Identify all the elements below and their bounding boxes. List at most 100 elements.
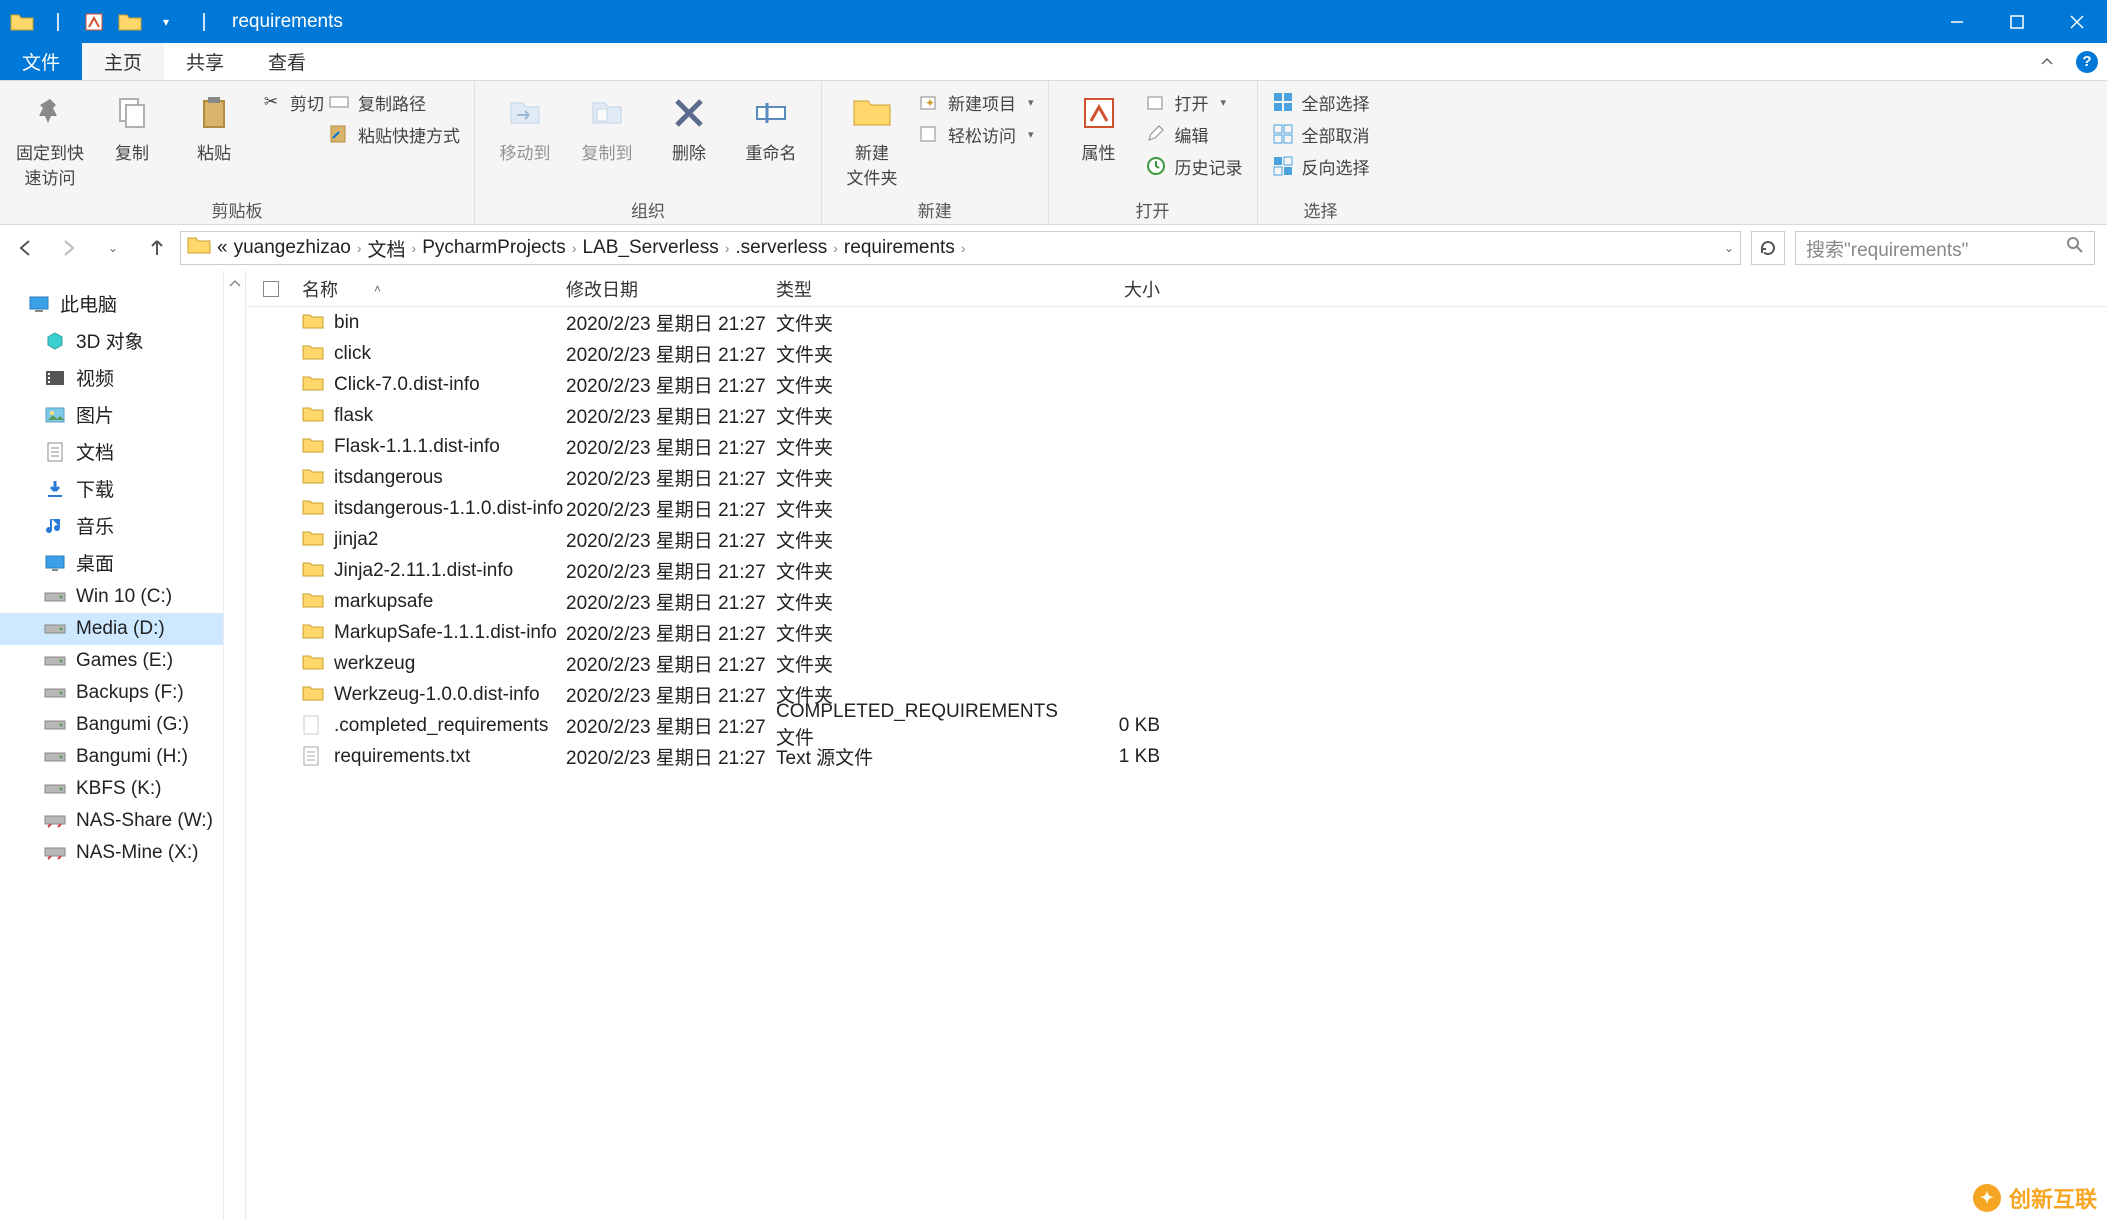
sidebar-item[interactable]: KBFS (K:)	[0, 773, 223, 805]
sidebar-item[interactable]: 文档	[0, 433, 223, 470]
new-folder-button[interactable]: 新建 文件夹	[836, 87, 908, 189]
up-button[interactable]	[144, 238, 170, 258]
breadcrumb-item[interactable]: LAB_Serverless	[582, 237, 718, 259]
sidebar-item[interactable]: 3D 对象	[0, 322, 223, 359]
table-row[interactable]: Jinja2-2.11.1.dist-info2020/2/23 星期日 21:…	[246, 555, 2107, 586]
breadcrumb-item[interactable]: yuangezhizao	[234, 237, 351, 259]
tab-view[interactable]: 查看	[246, 43, 328, 80]
forward-button[interactable]	[56, 238, 82, 258]
paste-shortcut-button[interactable]: 粘贴快捷方式	[328, 119, 460, 149]
sidebar-item[interactable]: 下载	[0, 470, 223, 507]
address-dropdown-button[interactable]: ⌄	[1724, 241, 1734, 255]
file-date: 2020/2/23 星期日 21:27	[566, 681, 776, 708]
rename-button[interactable]: 重命名	[735, 87, 807, 164]
table-row[interactable]: .completed_requirements2020/2/23 星期日 21:…	[246, 710, 2107, 741]
breadcrumb-item[interactable]: PycharmProjects	[422, 237, 566, 259]
sidebar-item[interactable]: 桌面	[0, 544, 223, 581]
tab-share[interactable]: 共享	[164, 43, 246, 80]
tab-home[interactable]: 主页	[82, 43, 164, 80]
ribbon-group-open: 属性 打开▾ 编辑 历史记录 打开	[1049, 81, 1258, 224]
chevron-right-icon[interactable]: ›	[572, 240, 577, 256]
folder-icon[interactable]	[114, 6, 146, 38]
copy-button[interactable]: 复制	[96, 87, 168, 164]
sidebar-item-label: 此电脑	[60, 290, 117, 317]
table-row[interactable]: MarkupSafe-1.1.1.dist-info2020/2/23 星期日 …	[246, 617, 2107, 648]
table-row[interactable]: itsdangerous2020/2/23 星期日 21:27文件夹	[246, 462, 2107, 493]
sidebar-item[interactable]: Games (E:)	[0, 645, 223, 677]
copy-to-button[interactable]: 复制到	[571, 87, 643, 164]
tree-scroll-arrow[interactable]	[224, 271, 246, 1220]
table-row[interactable]: bin2020/2/23 星期日 21:27文件夹	[246, 307, 2107, 338]
back-button[interactable]	[12, 238, 38, 258]
recent-locations-button[interactable]: ⌄	[100, 241, 126, 255]
collapse-ribbon-button[interactable]	[2027, 43, 2067, 80]
properties-icon[interactable]	[78, 6, 110, 38]
delete-button[interactable]: 删除	[653, 87, 725, 164]
qat-dropdown-icon[interactable]: ▾	[150, 6, 182, 38]
chevron-right-icon[interactable]: ›	[412, 240, 417, 256]
table-row[interactable]: Flask-1.1.1.dist-info2020/2/23 星期日 21:27…	[246, 431, 2107, 462]
pin-to-quick-access-button[interactable]: 固定到快 速访问	[14, 87, 86, 189]
tab-file[interactable]: 文件	[0, 43, 82, 80]
table-row[interactable]: flask2020/2/23 星期日 21:27文件夹	[246, 400, 2107, 431]
edit-button[interactable]: 编辑	[1145, 119, 1243, 149]
table-row[interactable]: Werkzeug-1.0.0.dist-info2020/2/23 星期日 21…	[246, 679, 2107, 710]
move-to-button[interactable]: 移动到	[489, 87, 561, 164]
breadcrumb-item[interactable]: requirements	[844, 237, 955, 259]
drive-icon	[44, 682, 66, 704]
column-header-size[interactable]: 大小	[1070, 276, 1170, 302]
folder-icon	[302, 374, 324, 396]
select-none-button[interactable]: 全部取消	[1272, 119, 1370, 149]
table-row[interactable]: requirements.txt2020/2/23 星期日 21:27Text …	[246, 741, 2107, 772]
address-bar[interactable]: «yuangezhizao›文档›PycharmProjects›LAB_Ser…	[180, 231, 1741, 265]
chevron-right-icon[interactable]: ›	[833, 240, 838, 256]
sidebar-item[interactable]: NAS-Mine (X:)	[0, 837, 223, 869]
sidebar-item[interactable]: Bangumi (G:)	[0, 709, 223, 741]
file-type: 文件夹	[776, 371, 1070, 398]
sidebar-item[interactable]: Backups (F:)	[0, 677, 223, 709]
invert-selection-button[interactable]: 反向选择	[1272, 151, 1370, 181]
open-button[interactable]: 打开▾	[1145, 87, 1243, 117]
file-name: markupsafe	[334, 591, 433, 613]
column-header-date[interactable]: 修改日期	[566, 276, 776, 302]
cut-button[interactable]: ✂剪切	[260, 87, 324, 117]
chevron-right-icon[interactable]: ›	[357, 240, 362, 256]
help-button[interactable]: ?	[2067, 43, 2107, 80]
easy-access-button[interactable]: 轻松访问▾	[918, 119, 1034, 149]
file-name: .completed_requirements	[334, 715, 548, 737]
refresh-button[interactable]	[1751, 231, 1785, 265]
sidebar-item[interactable]: NAS-Share (W:)	[0, 805, 223, 837]
sidebar-item[interactable]: Bangumi (H:)	[0, 741, 223, 773]
history-button[interactable]: 历史记录	[1145, 151, 1243, 181]
column-header-name[interactable]: 名称˄	[296, 276, 566, 302]
breadcrumb-item[interactable]: .serverless	[735, 237, 827, 259]
history-icon	[1145, 155, 1167, 177]
sidebar-item[interactable]: 此电脑	[0, 285, 223, 322]
table-row[interactable]: itsdangerous-1.1.0.dist-info2020/2/23 星期…	[246, 493, 2107, 524]
table-row[interactable]: click2020/2/23 星期日 21:27文件夹	[246, 338, 2107, 369]
sidebar-item[interactable]: 图片	[0, 396, 223, 433]
chevron-right-icon[interactable]: ›	[961, 240, 966, 256]
sidebar-item[interactable]: Win 10 (C:)	[0, 581, 223, 613]
ribbon-group-organize: 移动到 复制到 删除 重命名 组织	[475, 81, 822, 224]
chevron-right-icon[interactable]: ›	[725, 240, 730, 256]
maximize-button[interactable]	[1987, 0, 2047, 43]
select-all-checkbox[interactable]	[246, 281, 296, 297]
sidebar-item[interactable]: Media (D:)	[0, 613, 223, 645]
sidebar-item[interactable]: 视频	[0, 359, 223, 396]
sidebar-item[interactable]: 音乐	[0, 507, 223, 544]
table-row[interactable]: jinja22020/2/23 星期日 21:27文件夹	[246, 524, 2107, 555]
paste-button[interactable]: 粘贴	[178, 87, 250, 164]
column-header-type[interactable]: 类型	[776, 276, 1070, 302]
properties-button[interactable]: 属性	[1063, 87, 1135, 164]
search-box[interactable]: 搜索"requirements"	[1795, 231, 2095, 265]
minimize-button[interactable]	[1927, 0, 1987, 43]
table-row[interactable]: markupsafe2020/2/23 星期日 21:27文件夹	[246, 586, 2107, 617]
copy-path-button[interactable]: 复制路径	[328, 87, 460, 117]
select-all-button[interactable]: 全部选择	[1272, 87, 1370, 117]
table-row[interactable]: werkzeug2020/2/23 星期日 21:27文件夹	[246, 648, 2107, 679]
close-button[interactable]	[2047, 0, 2107, 43]
breadcrumb-item[interactable]: 文档	[368, 235, 406, 262]
new-item-button[interactable]: ✦新建项目▾	[918, 87, 1034, 117]
table-row[interactable]: Click-7.0.dist-info2020/2/23 星期日 21:27文件…	[246, 369, 2107, 400]
